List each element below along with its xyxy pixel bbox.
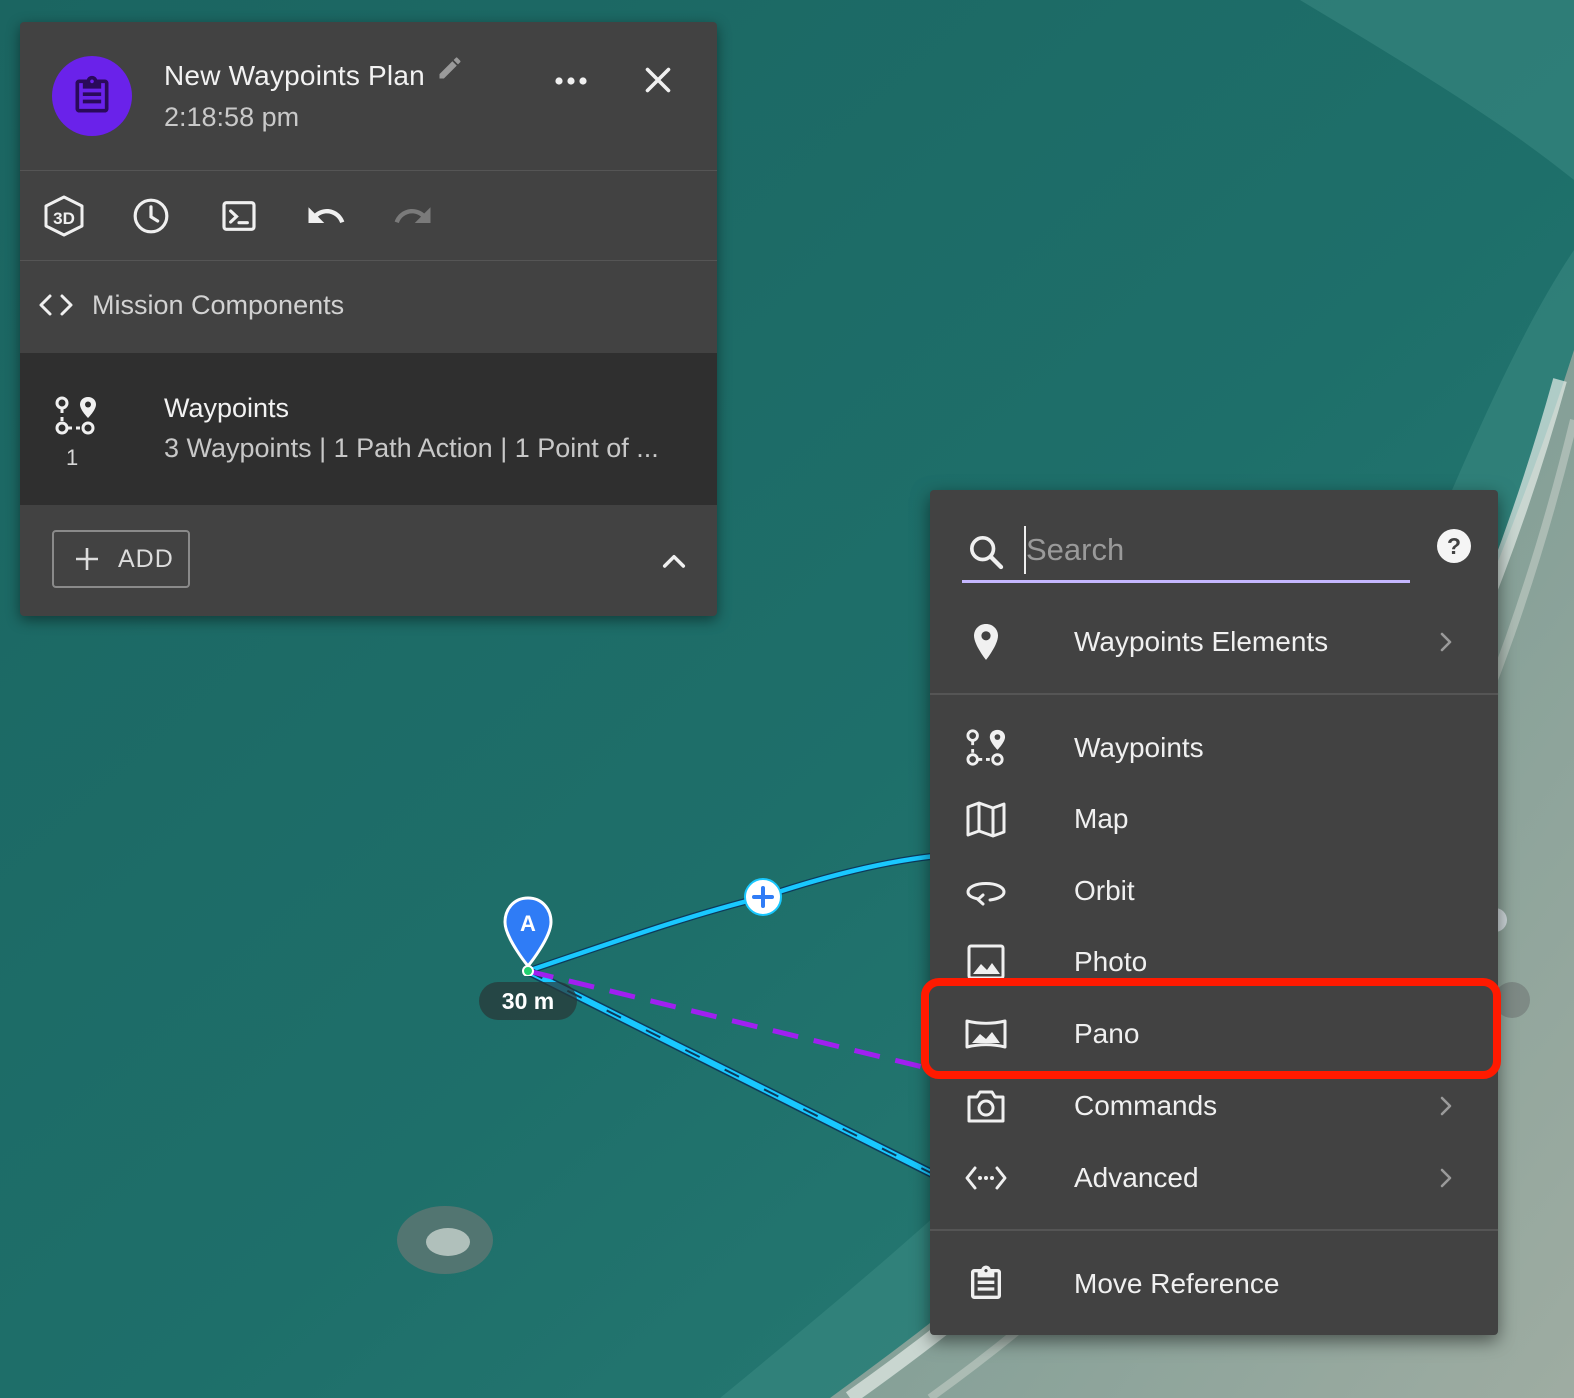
console-button[interactable] [217,194,261,238]
waypoints-route-icon [966,729,1006,766]
terminal-icon [222,201,256,231]
add-component-menu: ? Waypoints Elements Waypoints Map [930,490,1498,1335]
chevron-right-icon [1440,1096,1452,1116]
component-item-waypoints[interactable]: 1 Waypoints 3 Waypoints | 1 Path Action … [20,353,717,505]
component-index: 1 [66,445,79,470]
component-title: Waypoints [164,393,290,423]
location-pin-icon [974,624,998,660]
clipboard-icon [75,75,109,113]
map-icon [966,801,1006,838]
menu-item-label: Pano [1074,1018,1140,1049]
menu-item-photo[interactable]: Photo [930,931,1498,993]
menu-item-label: Commands [1074,1090,1218,1121]
insert-waypoint-plus-icon[interactable] [743,877,783,917]
altitude-badge: 30 m [479,982,577,1020]
svg-text:?: ? [1447,533,1461,559]
menu-item-map[interactable]: Map [930,788,1498,850]
svg-text:3D: 3D [53,209,75,228]
code-dots-icon [965,1166,1007,1190]
menu-item-advanced[interactable]: Advanced [930,1147,1498,1209]
waypoints-route-icon [55,396,96,435]
redo-icon [394,207,431,223]
chevron-up-icon[interactable] [658,546,690,578]
code-brackets-icon [39,294,73,316]
mission-components-header[interactable]: Mission Components [20,261,717,352]
menu-item-move-reference[interactable]: Move Reference [930,1253,1498,1315]
chevron-right-icon [1440,632,1452,652]
menu-item-waypoints-elements[interactable]: Waypoints Elements [930,611,1498,673]
panel-footer: ADD [20,506,717,616]
menu-item-label: Advanced [1074,1162,1199,1193]
component-summary: 3 Waypoints | 1 Path Action | 1 Point of… [164,433,659,463]
plan-title: New Waypoints Plan [164,60,425,91]
menu-item-orbit[interactable]: Orbit [930,860,1498,922]
menu-item-label: Map [1074,803,1129,834]
3d-view-icon: 3D [44,195,84,237]
section-label: Mission Components [92,290,345,320]
menu-divider [930,693,1498,695]
mission-panel: New Waypoints Plan 2:18:58 pm 3D Mission… [20,22,717,616]
plan-avatar [52,56,132,136]
search-bar [962,522,1410,583]
plan-time: 2:18:58 pm [164,102,300,132]
menu-divider [930,1229,1498,1231]
close-icon[interactable] [640,62,676,98]
add-button-label: ADD [118,544,174,573]
menu-item-label: Waypoints Elements [1074,626,1329,657]
menu-item-label: Orbit [1074,875,1135,906]
orbit-icon [966,881,1006,906]
help-icon[interactable]: ? [1436,528,1472,564]
camera-icon [967,1090,1005,1123]
chevron-right-icon [1440,1168,1452,1188]
panel-toolbar: 3D [20,171,717,261]
undo-icon [308,207,345,223]
marker-label: A [520,911,536,936]
add-component-button[interactable]: ADD [52,530,190,588]
search-icon [970,536,1004,570]
search-input[interactable] [1024,526,1398,574]
plus-icon [76,548,98,570]
view-3d-button[interactable]: 3D [42,194,86,238]
panel-header: New Waypoints Plan 2:18:58 pm [20,22,717,171]
redo-button[interactable] [391,194,435,238]
edit-pencil-icon[interactable] [436,54,464,82]
history-button[interactable] [129,194,173,238]
panorama-icon [965,1019,1007,1049]
photo-icon [967,944,1005,980]
undo-button[interactable] [304,194,348,238]
menu-item-label: Move Reference [1074,1268,1280,1299]
more-options-icon[interactable] [551,66,591,96]
clock-icon [133,198,169,234]
menu-item-pano[interactable]: Pano [930,1003,1498,1065]
menu-item-label: Photo [1074,946,1148,977]
menu-item-waypoints[interactable]: Waypoints [930,717,1498,779]
waypoint-marker-a[interactable]: A [502,896,554,976]
menu-item-label: Waypoints [1074,732,1204,763]
clipboard-icon [971,1265,1001,1299]
menu-item-commands[interactable]: Commands [930,1075,1498,1137]
